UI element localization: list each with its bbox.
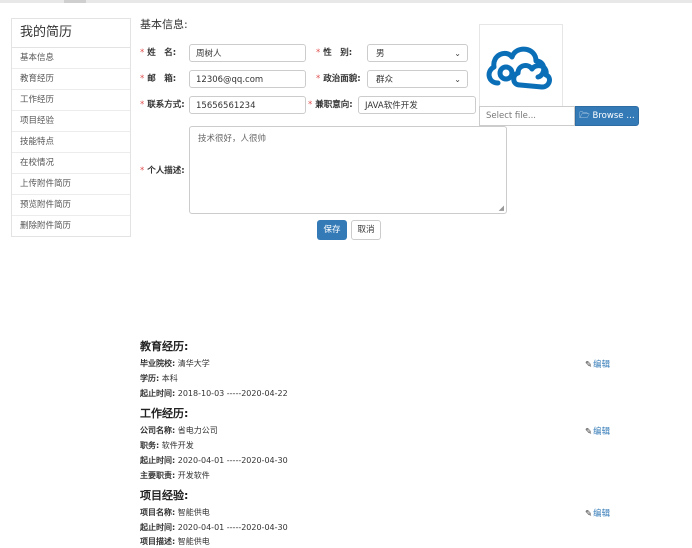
gender-select-value: 男 (376, 49, 385, 59)
sidebar-item-preview-attachment[interactable]: 预览附件简历 (12, 195, 130, 216)
desc-textarea-value: 技术很好，人很帅 (198, 134, 267, 144)
name-input[interactable]: 周树人 (189, 44, 306, 62)
phone-input[interactable]: 15656561234 (189, 96, 306, 114)
sidebar-item-education[interactable]: 教育经历 (12, 69, 130, 90)
work-position-value: 软件开发 (161, 441, 194, 450)
work-duty: 主要职责: 开发软件 (140, 470, 210, 481)
gender-label: * 性 别: (316, 43, 352, 63)
work-company-value: 省电力公司 (177, 426, 218, 435)
job-intent-label: * 兼职意向: (308, 95, 353, 115)
sidebar-item-basic-info[interactable]: 基本信息 (12, 48, 130, 69)
required-mark: * (140, 48, 145, 58)
job-intent-input[interactable]: JAVA软件开发 (358, 96, 476, 114)
education-period-label: 起止时间: (140, 389, 176, 398)
work-position-label: 职务: (140, 441, 160, 450)
work-duty-label: 主要职责: (140, 471, 176, 480)
sidebar-item-campus[interactable]: 在校情况 (12, 153, 130, 174)
project-title: 项目经验: (140, 489, 189, 502)
name-label: * 姓 名: (140, 43, 176, 63)
project-desc-value: 智能供电 (177, 537, 210, 546)
basic-info-title: 基本信息: (140, 18, 188, 31)
project-edit-label: 编辑 (593, 509, 611, 519)
education-school-value: 清华大学 (177, 359, 210, 368)
phone-label-text: 联系方式: (147, 100, 185, 110)
browse-button[interactable]: 🗁 Browse … (575, 106, 639, 126)
sidebar-title: 我的简历 (12, 19, 130, 48)
sidebar: 我的简历 基本信息 教育经历 工作经历 项目经验 技能特点 在校情况 上传附件简… (11, 18, 131, 237)
avatar (479, 24, 563, 108)
education-title: 教育经历: (140, 340, 189, 353)
work-period: 起止时间: 2020-04-01 -----2020-04-30 (140, 455, 288, 466)
education-degree-label: 学历: (140, 374, 160, 383)
file-path-input[interactable]: Select file... (479, 106, 575, 126)
project-name: 项目名称: 智能供电 (140, 507, 210, 518)
resize-grip-icon[interactable]: ◢ (499, 204, 504, 212)
top-tab[interactable] (64, 0, 86, 3)
work-duty-value: 开发软件 (177, 471, 210, 480)
education-edit-label: 编辑 (593, 360, 611, 370)
gender-label-text: 性 别: (323, 48, 353, 58)
folder-open-icon: 🗁 (579, 111, 590, 121)
cancel-button[interactable]: 取消 (351, 220, 381, 240)
sidebar-item-projects[interactable]: 项目经验 (12, 111, 130, 132)
work-period-label: 起止时间: (140, 456, 176, 465)
education-school-label: 毕业院校: (140, 359, 176, 368)
project-desc: 项目描述: 智能供电 (140, 536, 210, 547)
chevron-down-icon: ⌄ (454, 75, 461, 84)
top-bar (0, 0, 692, 3)
required-mark: * (140, 100, 145, 110)
name-label-text: 姓 名: (147, 48, 177, 58)
required-mark: * (140, 166, 145, 176)
edit-icon: ✎ (585, 427, 593, 437)
project-period: 起止时间: 2020-04-01 -----2020-04-30 (140, 522, 288, 533)
required-mark: * (316, 48, 321, 58)
project-period-value: 2020-04-01 -----2020-04-30 (177, 523, 288, 532)
work-edit-label: 编辑 (593, 427, 611, 437)
job-intent-label-text: 兼职意向: (315, 100, 353, 110)
work-period-value: 2020-04-01 -----2020-04-30 (177, 456, 288, 465)
desc-label-text: 个人描述: (147, 166, 185, 176)
education-period: 起止时间: 2018-10-03 -----2020-04-22 (140, 388, 288, 399)
email-label: * 邮 箱: (140, 69, 176, 89)
work-position: 职务: 软件开发 (140, 440, 194, 451)
education-edit-link[interactable]: ✎编辑 (585, 358, 610, 370)
sidebar-item-upload-attachment[interactable]: 上传附件简历 (12, 174, 130, 195)
political-select[interactable]: 群众 ⌄ (367, 70, 468, 88)
political-select-value: 群众 (376, 75, 394, 85)
work-title: 工作经历: (140, 407, 189, 420)
save-button[interactable]: 保存 (317, 220, 347, 240)
edit-icon: ✎ (585, 509, 593, 519)
education-degree: 学历: 本科 (140, 373, 178, 384)
cloud-logo-icon (486, 46, 552, 90)
project-name-value: 智能供电 (177, 508, 210, 517)
required-mark: * (140, 74, 145, 84)
chevron-down-icon: ⌄ (454, 49, 461, 58)
work-edit-link[interactable]: ✎编辑 (585, 425, 610, 437)
project-period-label: 起止时间: (140, 523, 176, 532)
education-school: 毕业院校: 清华大学 (140, 358, 210, 369)
phone-label: * 联系方式: (140, 95, 185, 115)
email-input[interactable]: 12306@qq.com (189, 70, 306, 88)
project-edit-link[interactable]: ✎编辑 (585, 507, 610, 519)
education-period-value: 2018-10-03 -----2020-04-22 (177, 389, 288, 398)
sidebar-item-delete-attachment[interactable]: 删除附件简历 (12, 216, 130, 236)
education-degree-value: 本科 (161, 374, 178, 383)
browse-label: Browse … (592, 111, 635, 121)
work-company: 公司名称: 省电力公司 (140, 425, 218, 436)
email-label-text: 邮 箱: (147, 74, 177, 84)
political-label-text: 政治面貌: (323, 74, 361, 84)
edit-icon: ✎ (585, 360, 593, 370)
desc-textarea[interactable]: 技术很好，人很帅 ◢ (189, 126, 507, 214)
sidebar-item-skills[interactable]: 技能特点 (12, 132, 130, 153)
required-mark: * (308, 100, 313, 110)
required-mark: * (316, 74, 321, 84)
political-label: * 政治面貌: (316, 69, 361, 89)
project-desc-label: 项目描述: (140, 537, 176, 546)
gender-select[interactable]: 男 ⌄ (367, 44, 468, 62)
desc-label: * 个人描述: (140, 161, 185, 181)
work-company-label: 公司名称: (140, 426, 176, 435)
project-name-label: 项目名称: (140, 508, 176, 517)
sidebar-item-work[interactable]: 工作经历 (12, 90, 130, 111)
